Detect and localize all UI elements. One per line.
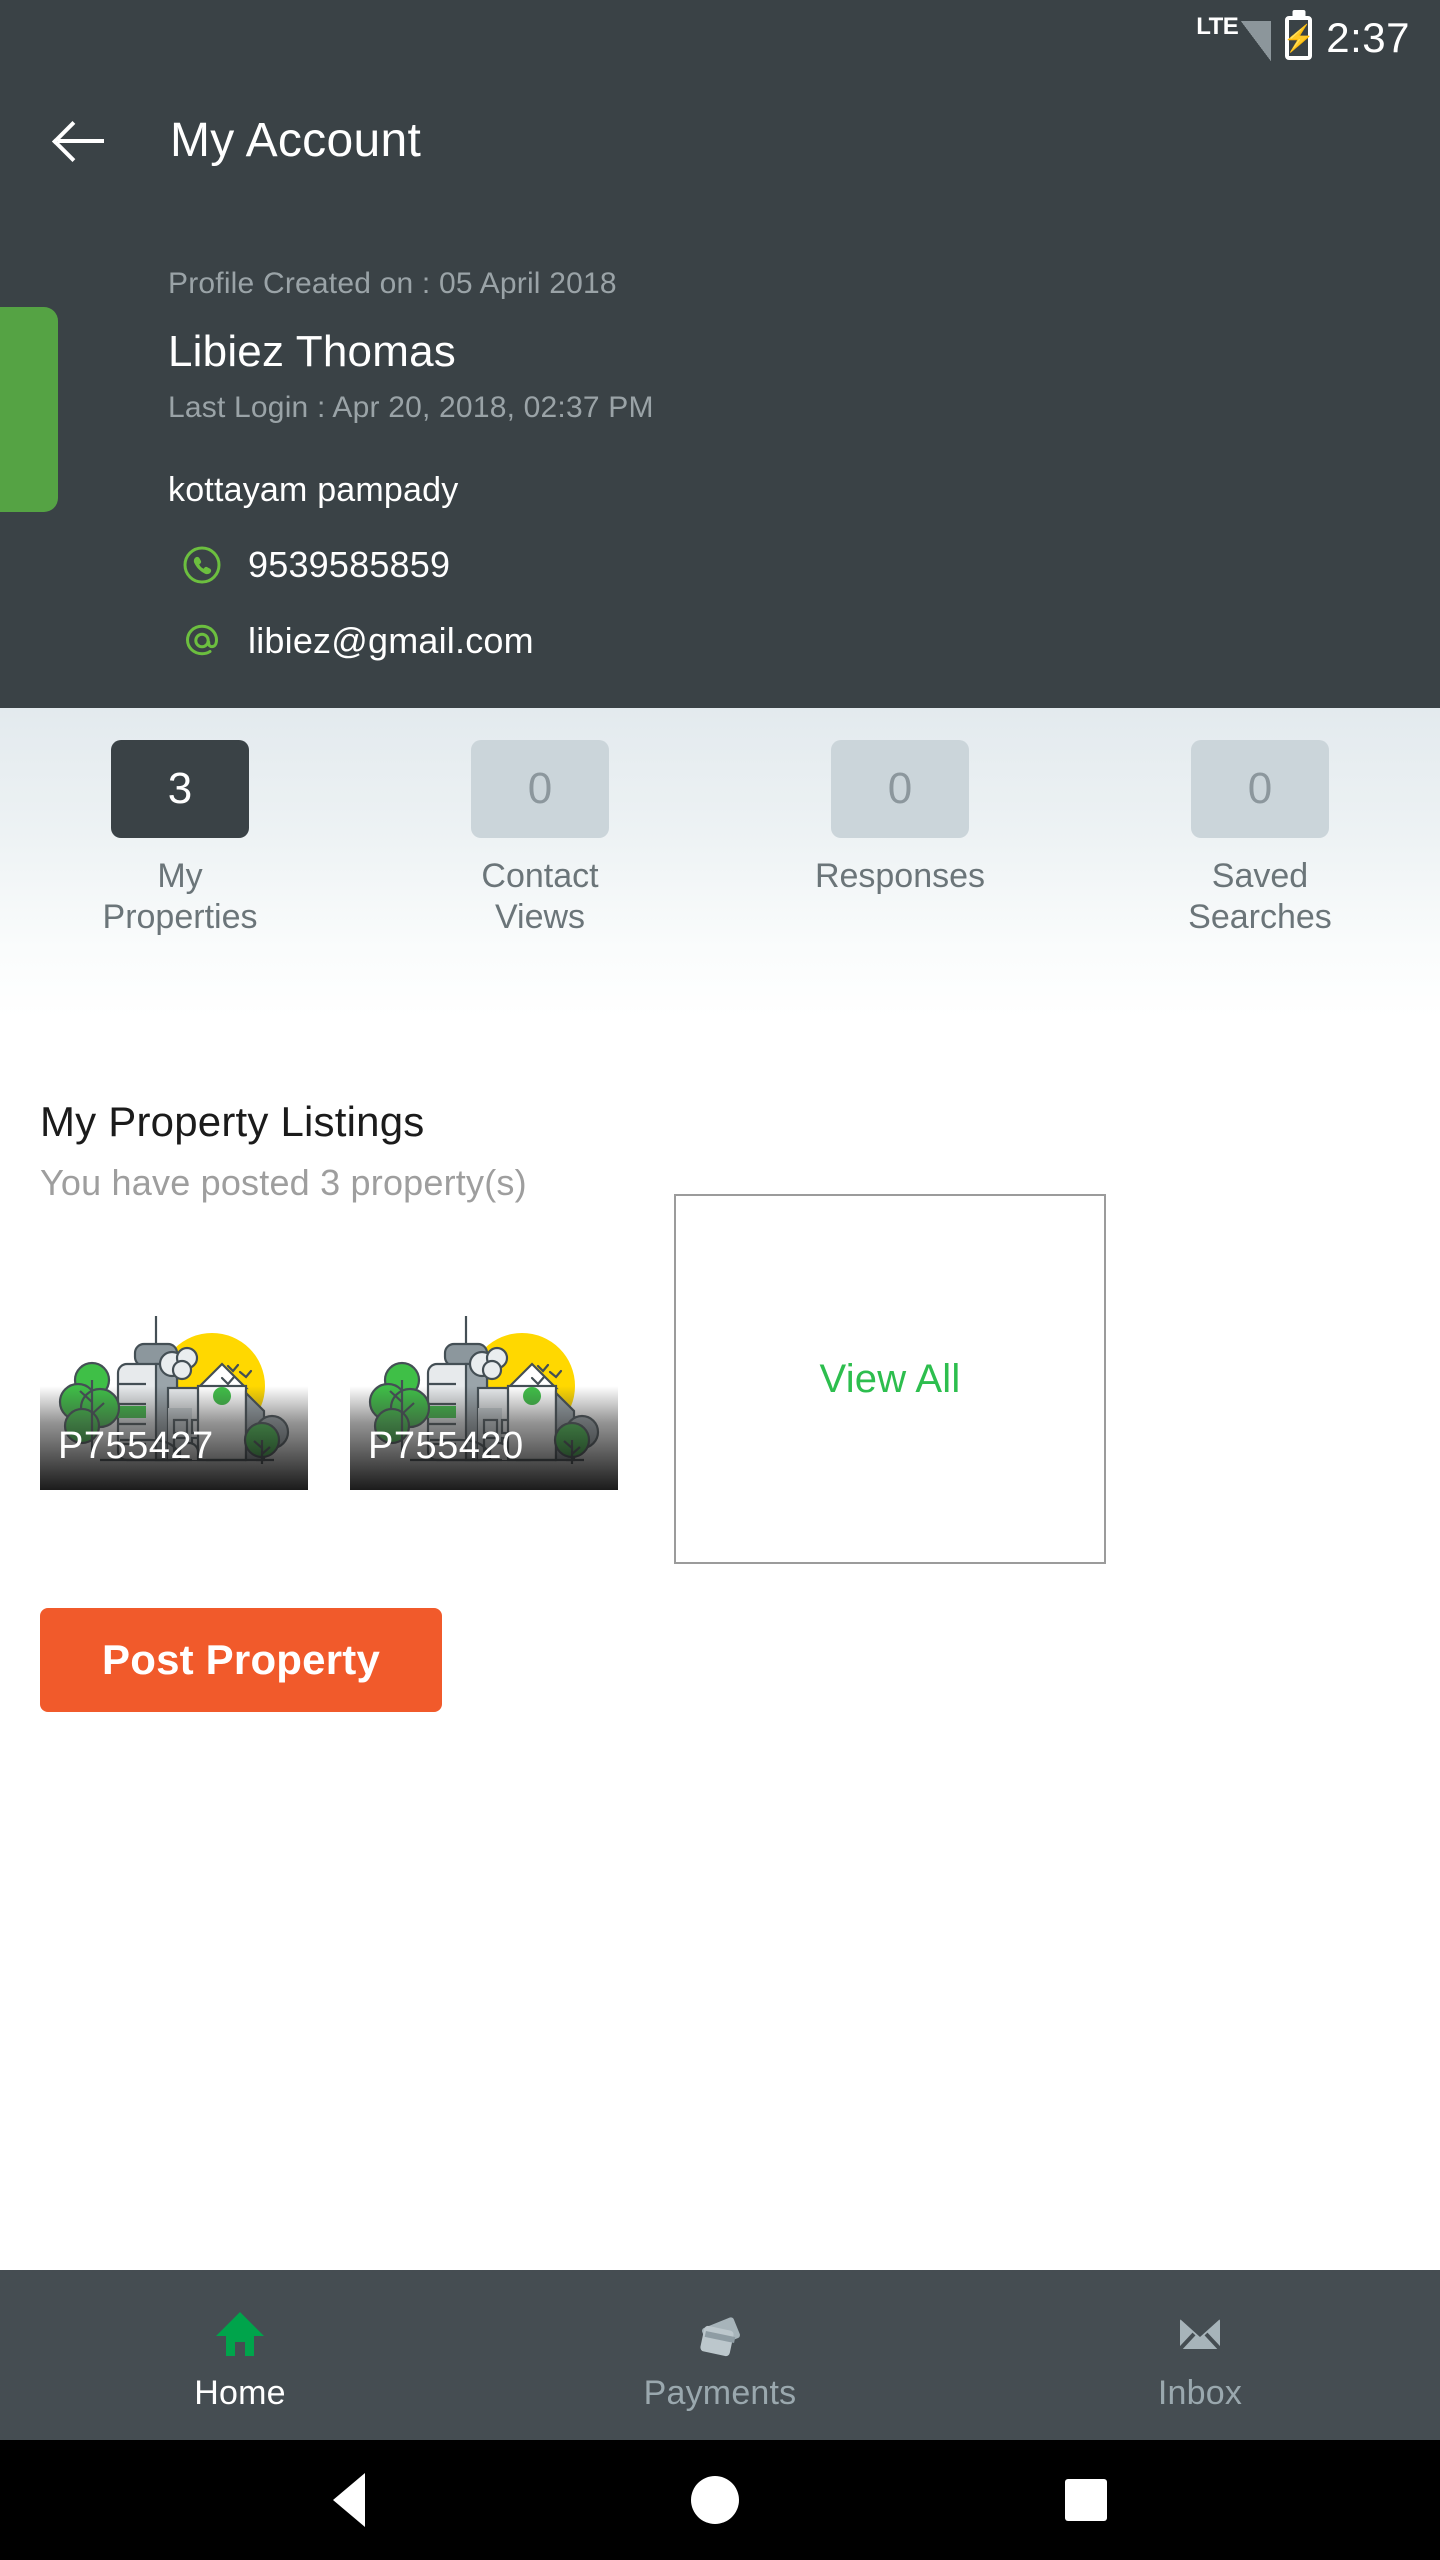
phone-icon [182,545,222,585]
stat-label-line2: Searches [1188,898,1332,937]
app-screen: LTE ⚡ 2:37 My Account Profile Created on… [0,0,1440,2560]
nav-item-inbox[interactable]: Inbox [960,2270,1440,2440]
profile-header: My Account Profile Created on : 05 April… [0,75,1440,708]
green-accent-tab [0,307,58,512]
profile-email: libiez@gmail.com [248,620,534,661]
stat-label-line1: My [157,857,203,895]
property-id-label: P755427 [58,1425,214,1467]
credit-cards-icon [692,2306,748,2362]
profile-last-login: Last Login : Apr 20, 2018, 02:37 PM [168,391,654,424]
view-all-label: View All [819,1356,961,1401]
listings-cards-row: P755427 P755420 View All [40,1194,1440,1564]
property-id-label: P755420 [368,1425,524,1467]
profile-details: Profile Created on : 05 April 2018 Libie… [0,205,1440,662]
listings-title: My Property Listings [40,1098,425,1145]
view-all-button[interactable]: View All [674,1194,1106,1564]
stat-my-properties[interactable]: 3 My Properties [0,740,360,939]
post-property-button[interactable]: Post Property [40,1608,442,1712]
nav-label-payments: Payments [643,2373,797,2412]
stat-value-my-properties: 3 [111,740,249,838]
stat-label-my-properties: My Properties [103,856,258,939]
bottom-navigation: Home Payments Inbox [0,2270,1440,2440]
envelope-icon [1172,2306,1228,2362]
property-listings-section: My Property Listings You have posted 3 p… [0,1018,1440,2270]
email-row[interactable]: libiez@gmail.com [168,620,1440,662]
bolt-glyph: ⚡ [1282,22,1315,53]
stat-label-line2: Views [494,898,586,937]
stat-label-responses: Responses [815,856,985,897]
stat-contact-views[interactable]: 0 Contact Views [360,740,720,939]
nav-label-home: Home [194,2373,286,2412]
signal-indicator: LTE [1196,12,1272,61]
battery-charging-icon: ⚡ [1282,15,1315,60]
stat-label-line1: Saved [1211,857,1309,895]
network-type-label: LTE [1196,12,1239,40]
system-recents-icon[interactable] [1065,2479,1107,2521]
nav-item-payments[interactable]: Payments [480,2270,960,2440]
system-home-icon[interactable] [691,2476,739,2524]
nav-item-home[interactable]: Home [0,2270,480,2440]
property-card[interactable]: P755420 [350,1268,618,1490]
system-back-icon[interactable] [333,2473,365,2527]
status-clock: 2:37 [1326,13,1410,61]
stats-row: 3 My Properties 0 Contact Views 0 Respon… [0,708,1440,1018]
stat-label-contact-views: Contact Views [481,856,598,939]
stat-label-line2: Properties [102,898,258,937]
stat-saved-searches[interactable]: 0 Saved Searches [1080,740,1440,939]
back-arrow-icon[interactable] [58,116,106,164]
nav-label-inbox: Inbox [1157,2373,1243,2412]
android-system-nav [0,2440,1440,2560]
stat-label-line1: Contact [481,857,599,895]
stat-responses[interactable]: 0 Responses [720,740,1080,897]
property-card[interactable]: P755427 [40,1268,308,1490]
stat-value-saved-searches: 0 [1191,740,1329,838]
stat-label-line1: Responses [814,857,986,895]
status-bar: LTE ⚡ 2:37 [0,0,1440,75]
page-title: My Account [170,113,422,167]
phone-row[interactable]: 9539585859 [168,544,1440,586]
profile-address: kottayam pampady [168,471,459,509]
stat-label-saved-searches: Saved Searches [1188,856,1332,939]
stat-value-responses: 0 [831,740,969,838]
signal-bars-icon [1241,20,1272,61]
profile-phone: 9539585859 [248,544,451,585]
home-icon [212,2306,268,2362]
at-sign-icon [182,621,222,661]
app-bar: My Account [0,75,1440,205]
profile-name: Libiez Thomas [168,327,456,376]
profile-created-date: Profile Created on : 05 April 2018 [168,267,617,300]
stat-value-contact-views: 0 [471,740,609,838]
